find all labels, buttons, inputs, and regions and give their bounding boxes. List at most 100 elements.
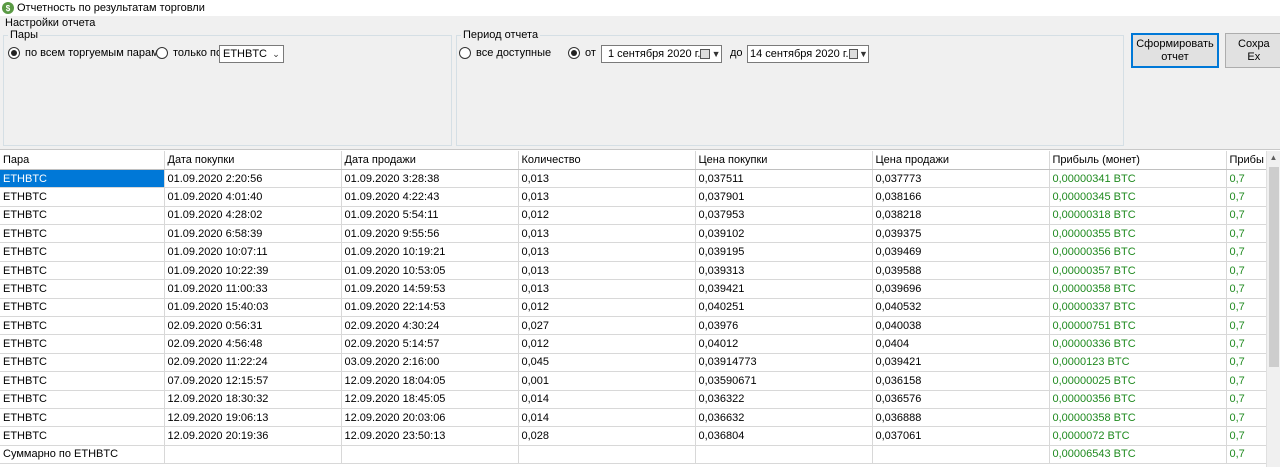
table-cell[interactable]: [518, 445, 696, 465]
table-cell[interactable]: 0,7: [1226, 169, 1266, 189]
from-option[interactable]: от: [568, 47, 596, 59]
table-cell[interactable]: 01.09.2020 22:14:53: [341, 298, 519, 318]
table-cell[interactable]: 0,039195: [695, 242, 873, 262]
table-cell[interactable]: ETHBTC: [0, 169, 165, 189]
table-row[interactable]: ETHBTC 01.09.2020 4:01:40 01.09.2020 4:22:…: [0, 187, 1266, 207]
table-cell[interactable]: 0,013: [518, 224, 696, 244]
table-cell[interactable]: 02.09.2020 0:56:31: [164, 316, 342, 336]
table-row[interactable]: ETHBTC 01.09.2020 15:40:03 01.09.2020 22:1…: [0, 298, 1266, 318]
table-cell[interactable]: 0,036632: [695, 408, 873, 428]
table-cell[interactable]: 0,036888: [872, 408, 1050, 428]
column-header[interactable]: Прибы: [1226, 151, 1266, 170]
table-cell[interactable]: 02.09.2020 5:14:57: [341, 334, 519, 354]
table-cell[interactable]: 0,039469: [872, 242, 1050, 262]
table-cell[interactable]: 01.09.2020 10:07:11: [164, 242, 342, 262]
table-row[interactable]: ETHBTC 01.09.2020 4:28:02 01.09.2020 5:54:…: [0, 206, 1266, 226]
table-cell[interactable]: 0,00000358 BTC: [1049, 408, 1227, 428]
column-header[interactable]: Цена покупки: [695, 151, 873, 170]
table-row[interactable]: ETHBTC 02.09.2020 11:22:24 03.09.2020 2:16…: [0, 353, 1266, 373]
table-cell[interactable]: 12.09.2020 18:45:05: [341, 390, 519, 409]
table-cell[interactable]: 0,7: [1226, 316, 1266, 336]
table-cell[interactable]: 0,037061: [872, 426, 1050, 446]
table-cell[interactable]: [341, 445, 519, 465]
table-cell[interactable]: [164, 445, 342, 465]
pair-select[interactable]: ETHBTC ⌄: [219, 45, 284, 63]
table-cell[interactable]: 0,00000341 BTC: [1049, 169, 1227, 189]
all-period-option[interactable]: все доступные: [459, 47, 551, 59]
table-cell[interactable]: 0,036576: [872, 390, 1050, 409]
table-cell[interactable]: 0,012: [518, 334, 696, 354]
table-cell[interactable]: ETHBTC: [0, 316, 165, 336]
table-cell[interactable]: 02.09.2020 4:30:24: [341, 316, 519, 336]
table-row[interactable]: ETHBTC 01.09.2020 2:20:56 01.09.2020 3:28:…: [0, 169, 1266, 189]
table-cell[interactable]: 0,039696: [872, 279, 1050, 299]
table-cell[interactable]: 0,00000358 BTC: [1049, 279, 1227, 299]
table-cell[interactable]: 0,037901: [695, 187, 873, 207]
table-cell[interactable]: 0,014: [518, 390, 696, 409]
table-cell[interactable]: 0,040532: [872, 298, 1050, 318]
table-cell[interactable]: 0,7: [1226, 426, 1266, 446]
table-cell[interactable]: 0,013: [518, 261, 696, 281]
all-period-radio[interactable]: [459, 47, 471, 59]
table-cell[interactable]: 0,0000123 BTC: [1049, 353, 1227, 373]
table-cell[interactable]: 0,038218: [872, 206, 1050, 226]
table-cell[interactable]: 0,7: [1226, 408, 1266, 428]
table-cell[interactable]: 0,7: [1226, 224, 1266, 244]
table-cell[interactable]: 0,039102: [695, 224, 873, 244]
table-cell[interactable]: [872, 445, 1050, 465]
table-cell[interactable]: 07.09.2020 12:15:57: [164, 371, 342, 391]
table-row[interactable]: ETHBTC 01.09.2020 6:58:39 01.09.2020 9:55:…: [0, 224, 1266, 244]
table-cell[interactable]: 0,04012: [695, 334, 873, 354]
table-cell[interactable]: 0,7: [1226, 279, 1266, 299]
table-cell[interactable]: 0,039375: [872, 224, 1050, 244]
table-row[interactable]: ETHBTC 02.09.2020 4:56:48 02.09.2020 5:14:…: [0, 334, 1266, 354]
column-header[interactable]: Дата продажи: [341, 151, 519, 170]
table-cell[interactable]: 0,012: [518, 206, 696, 226]
only-pair-radio[interactable]: [156, 47, 168, 59]
table-row[interactable]: ETHBTC 02.09.2020 0:56:31 02.09.2020 4:30:…: [0, 316, 1266, 336]
table-cell[interactable]: ETHBTC: [0, 206, 165, 226]
table-cell[interactable]: 0,00000318 BTC: [1049, 206, 1227, 226]
table-cell[interactable]: 12.09.2020 18:30:32: [164, 390, 342, 409]
table-cell[interactable]: ETHBTC: [0, 334, 165, 354]
table-cell[interactable]: 0,00006543 BTC: [1049, 445, 1227, 465]
table-row[interactable]: ETHBTC 12.09.2020 19:06:13 12.09.2020 20:0…: [0, 408, 1266, 428]
table-cell[interactable]: 0,039313: [695, 261, 873, 281]
table-cell[interactable]: ETHBTC: [0, 261, 165, 281]
table-cell[interactable]: 0,012: [518, 298, 696, 318]
table-cell[interactable]: 0,00000356 BTC: [1049, 390, 1227, 409]
table-cell[interactable]: 01.09.2020 9:55:56: [341, 224, 519, 244]
table-cell[interactable]: 0,040251: [695, 298, 873, 318]
table-cell[interactable]: 01.09.2020 10:19:21: [341, 242, 519, 262]
table-cell[interactable]: 0,00000355 BTC: [1049, 224, 1227, 244]
table-cell[interactable]: 01.09.2020 4:22:43: [341, 187, 519, 207]
table-cell[interactable]: [695, 445, 873, 465]
table-cell[interactable]: 0,039421: [695, 279, 873, 299]
table-cell[interactable]: 02.09.2020 4:56:48: [164, 334, 342, 354]
table-cell[interactable]: 0,7: [1226, 261, 1266, 281]
table-cell[interactable]: 01.09.2020 3:28:38: [341, 169, 519, 189]
table-cell[interactable]: 01.09.2020 4:01:40: [164, 187, 342, 207]
table-cell[interactable]: 01.09.2020 10:22:39: [164, 261, 342, 281]
table-cell[interactable]: 01.09.2020 15:40:03: [164, 298, 342, 318]
table-cell[interactable]: 12.09.2020 20:03:06: [341, 408, 519, 428]
table-row[interactable]: ETHBTC 07.09.2020 12:15:57 12.09.2020 18:0…: [0, 371, 1266, 391]
table-cell[interactable]: 0,013: [518, 279, 696, 299]
table-cell[interactable]: 12.09.2020 19:06:13: [164, 408, 342, 428]
table-cell[interactable]: 0,7: [1226, 334, 1266, 354]
table-cell[interactable]: 01.09.2020 10:53:05: [341, 261, 519, 281]
column-header[interactable]: Прибыль (монет): [1049, 151, 1227, 170]
table-cell[interactable]: 0,036804: [695, 426, 873, 446]
table-cell[interactable]: 0,039588: [872, 261, 1050, 281]
column-header[interactable]: Пара: [0, 151, 165, 170]
to-date-picker[interactable]: 14 сентября 2020 г. ▼: [747, 45, 869, 63]
table-cell[interactable]: 0,013: [518, 187, 696, 207]
table-cell[interactable]: 0,0404: [872, 334, 1050, 354]
table-cell[interactable]: ETHBTC: [0, 353, 165, 373]
generate-report-button[interactable]: Сформировать отчет: [1131, 33, 1219, 68]
table-row[interactable]: ETHBTC 12.09.2020 18:30:32 12.09.2020 18:4…: [0, 390, 1266, 409]
table-cell[interactable]: 0,00000357 BTC: [1049, 261, 1227, 281]
save-excel-button[interactable]: Сохра Ex: [1225, 33, 1280, 68]
table-cell[interactable]: 0,039421: [872, 353, 1050, 373]
table-cell[interactable]: 0,014: [518, 408, 696, 428]
